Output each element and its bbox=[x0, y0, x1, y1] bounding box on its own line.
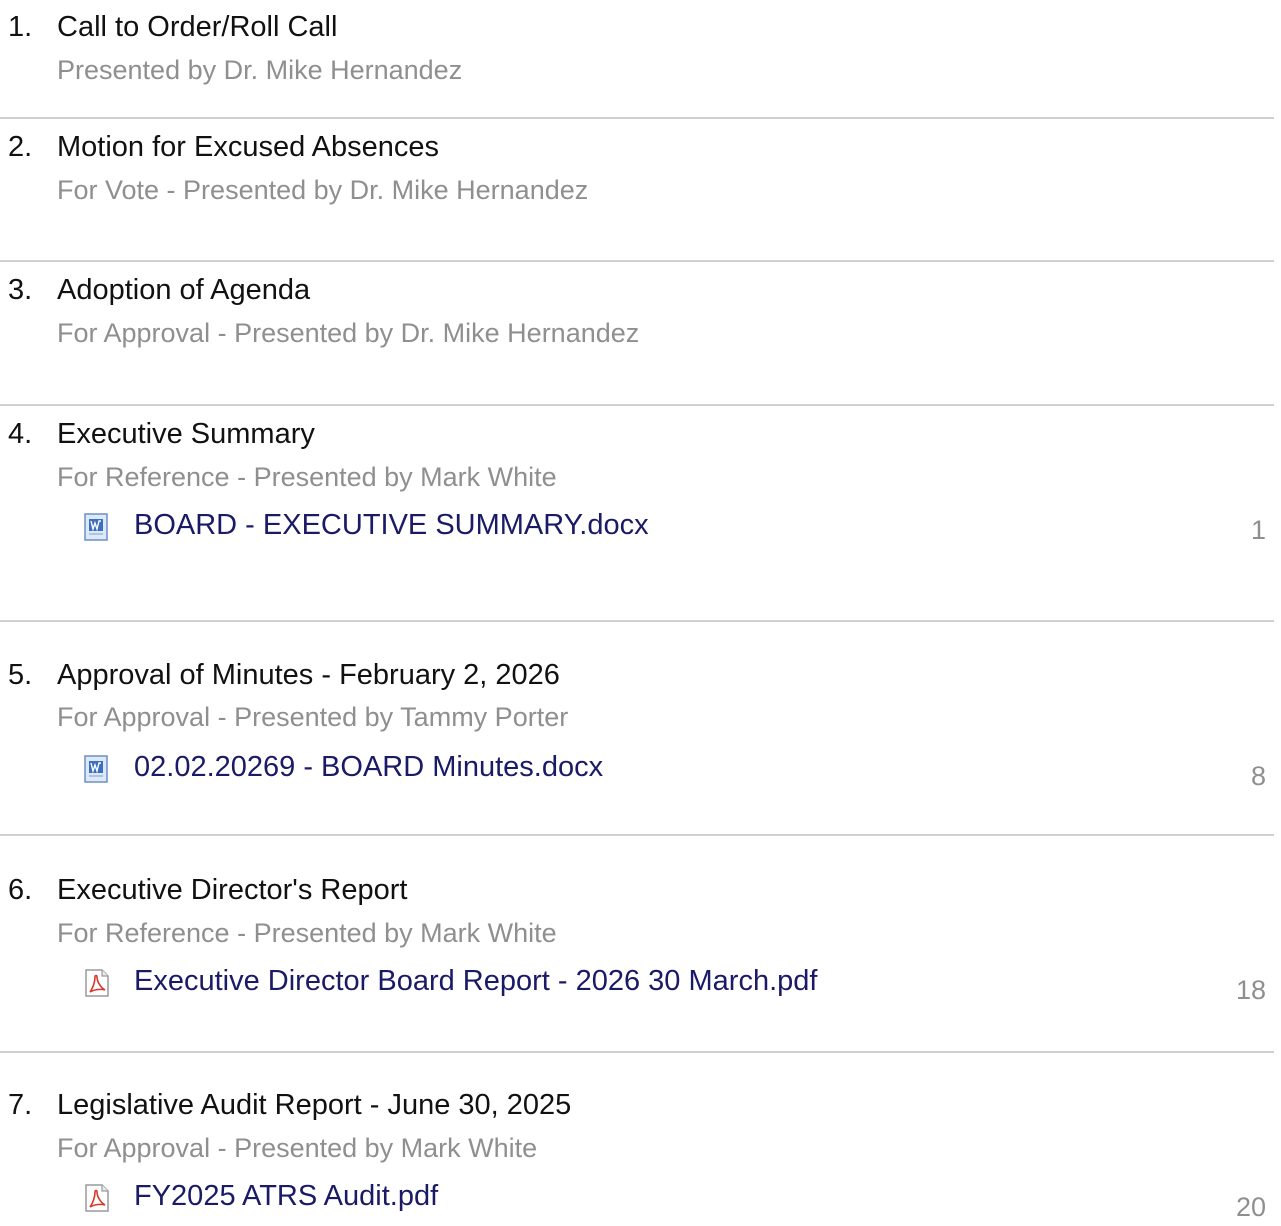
agenda-item-number: 6. bbox=[8, 874, 33, 906]
attachment-link[interactable]: Executive Director Board Report - 2026 3… bbox=[134, 964, 817, 998]
agenda-list: 1. Call to Order/Roll Call Presented by D… bbox=[0, 0, 1274, 1226]
attachment-page-number: 20 bbox=[1235, 1192, 1266, 1222]
agenda-item-header: 3. Adoption of Agenda bbox=[8, 273, 310, 307]
agenda-item: 7. Legislative Audit Report - June 30, 20… bbox=[0, 1053, 1274, 1226]
agenda-item: 5. Approval of Minutes - February 2, 2026… bbox=[0, 622, 1274, 836]
attachment-link[interactable]: FY2025 ATRS Audit.pdf bbox=[134, 1179, 438, 1213]
agenda-item-number: 2. bbox=[8, 131, 33, 163]
agenda-item-number: 3. bbox=[8, 274, 33, 306]
agenda-item: 2. Motion for Excused Absences For Vote -… bbox=[0, 119, 1274, 262]
attachment-row[interactable]: BOARD - EXECUTIVE SUMMARY.docx 1 bbox=[82, 506, 1274, 546]
agenda-item: 3. Adoption of Agenda For Approval - Pres… bbox=[0, 262, 1274, 406]
attachment-row[interactable]: 02.02.20269 - BOARD Minutes.docx 8 bbox=[82, 748, 1274, 791]
word-document-icon bbox=[84, 513, 108, 541]
agenda-item-header: 1. Call to Order/Roll Call bbox=[8, 10, 337, 44]
agenda-item-number: 5. bbox=[8, 659, 33, 691]
agenda-item-title: Executive Summary bbox=[57, 418, 315, 450]
agenda-item-presenter: For Approval - Presented by Mark White bbox=[57, 1133, 538, 1163]
agenda-item-presenter: For Approval - Presented by Dr. Mike Her… bbox=[57, 318, 640, 348]
agenda-item-title: Motion for Excused Absences bbox=[57, 131, 440, 163]
agenda-item-number: 7. bbox=[8, 1089, 33, 1121]
agenda-item: 4. Executive Summary For Reference - Pres… bbox=[0, 406, 1274, 622]
attachment-row[interactable]: Executive Director Board Report - 2026 3… bbox=[82, 962, 1274, 1005]
agenda-item-header: 4. Executive Summary bbox=[8, 417, 315, 451]
word-document-icon bbox=[84, 755, 108, 783]
agenda-item-number: 4. bbox=[8, 418, 33, 450]
agenda-item-title: Adoption of Agenda bbox=[57, 274, 311, 306]
agenda-item-presenter: For Approval - Presented by Tammy Porter bbox=[57, 702, 569, 732]
agenda-item-title: Approval of Minutes - February 2, 2026 bbox=[57, 659, 560, 691]
agenda-item-title: Executive Director's Report bbox=[57, 874, 408, 906]
attachment-link[interactable]: BOARD - EXECUTIVE SUMMARY.docx bbox=[134, 508, 649, 542]
pdf-document-icon bbox=[85, 969, 109, 997]
agenda-item-number: 1. bbox=[8, 11, 33, 43]
attachment-page-number: 1 bbox=[1250, 515, 1266, 545]
agenda-item-presenter: For Reference - Presented by Mark White bbox=[57, 918, 557, 948]
agenda-item-presenter: Presented by Dr. Mike Hernandez bbox=[57, 55, 463, 85]
agenda-item: 1. Call to Order/Roll Call Presented by D… bbox=[0, 0, 1274, 119]
agenda-item-header: 5. Approval of Minutes - February 2, 2026 bbox=[8, 658, 560, 692]
agenda-item-title: Call to Order/Roll Call bbox=[57, 11, 338, 43]
pdf-document-icon bbox=[85, 1184, 109, 1212]
attachment-page-number: 8 bbox=[1250, 761, 1266, 791]
agenda-item-header: 7. Legislative Audit Report - June 30, 20… bbox=[8, 1088, 571, 1122]
agenda-item-header: 6. Executive Director's Report bbox=[8, 873, 407, 907]
agenda-item-header: 2. Motion for Excused Absences bbox=[8, 130, 439, 164]
agenda-item-title: Legislative Audit Report - June 30, 2025 bbox=[57, 1089, 572, 1121]
attachment-link[interactable]: 02.02.20269 - BOARD Minutes.docx bbox=[134, 750, 603, 784]
agenda-item-presenter: For Vote - Presented by Dr. Mike Hernand… bbox=[57, 175, 589, 205]
attachment-page-number: 18 bbox=[1235, 975, 1266, 1005]
agenda-item-presenter: For Reference - Presented by Mark White bbox=[57, 462, 557, 492]
agenda-item: 6. Executive Director's Report For Refere… bbox=[0, 836, 1274, 1053]
attachment-row[interactable]: FY2025 ATRS Audit.pdf 20 bbox=[82, 1177, 1274, 1222]
